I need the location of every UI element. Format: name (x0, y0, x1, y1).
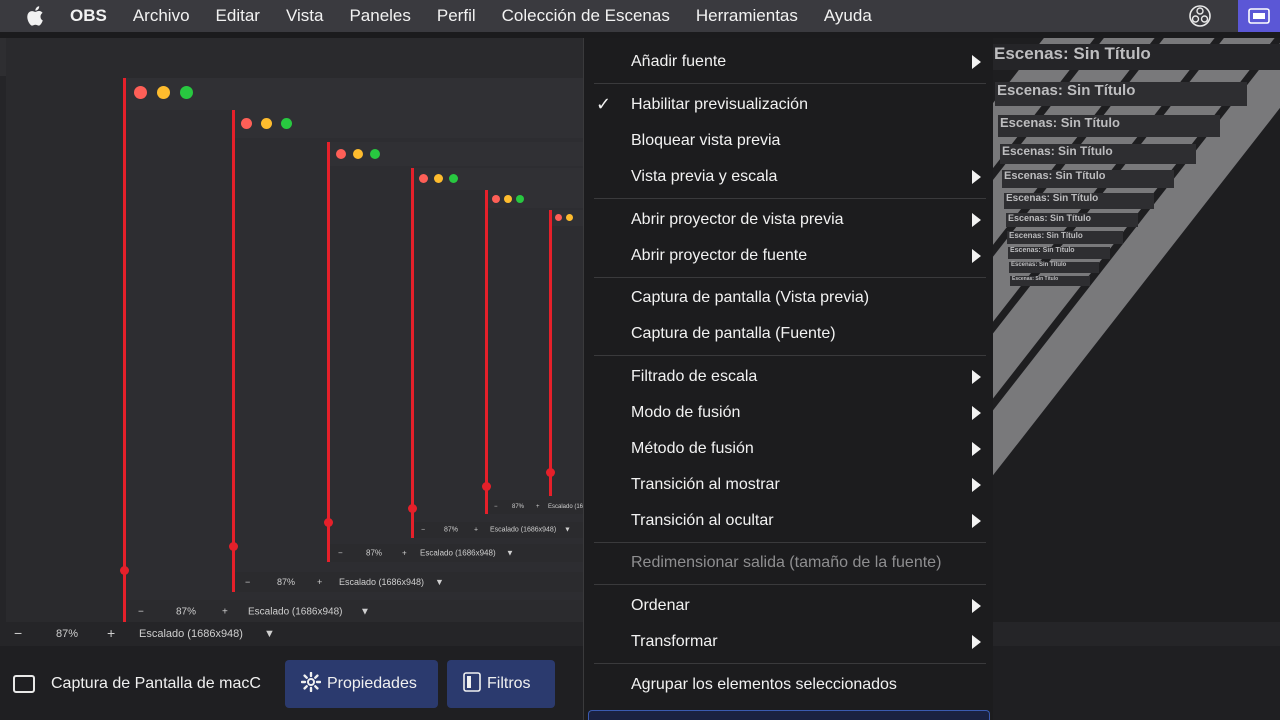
macos-menubar: OBS Archivo Editar Vista Paneles Perfil … (0, 0, 1280, 32)
filters-label: Filtros (487, 675, 531, 692)
submenu-arrow-icon (972, 635, 981, 649)
properties-label: Propiedades (327, 675, 417, 692)
submenu-arrow-icon (972, 213, 981, 227)
menu-hide-transition[interactable]: Transición al ocultar (631, 503, 774, 539)
properties-button[interactable]: Propiedades (285, 660, 438, 708)
selected-source-label: Captura de Pantalla de macC (51, 675, 261, 692)
zoom-in-button[interactable]: + (107, 625, 115, 641)
scenes-dock-recursion: Escenas: Sin Título Escenas: Sin Título … (992, 38, 1280, 622)
filters-button[interactable]: Filtros (447, 660, 555, 708)
menu-lock-preview[interactable]: Bloquear vista previa (631, 123, 780, 159)
menubar-status-area (1188, 0, 1280, 32)
menubar-editar[interactable]: Editar (216, 6, 260, 26)
menubar-archivo[interactable]: Archivo (133, 6, 190, 26)
menu-order[interactable]: Ordenar (631, 588, 690, 624)
menu-show-transition[interactable]: Transición al mostrar (631, 467, 780, 503)
menubar-herramientas[interactable]: Herramientas (696, 6, 798, 26)
filter-icon (463, 671, 481, 697)
menu-next-item-highlight[interactable] (588, 710, 990, 720)
menubar-perfil[interactable]: Perfil (437, 6, 476, 26)
checkmark-icon: ✓ (596, 94, 612, 114)
menu-resize-output: Redimensionar salida (tamaño de la fuent… (631, 554, 942, 571)
menu-screenshot-preview[interactable]: Captura de pantalla (Vista previa) (631, 280, 869, 316)
obs-status-icon[interactable] (1188, 4, 1212, 28)
screen-share-icon[interactable] (1238, 0, 1280, 32)
nested-minimize-dot (157, 86, 170, 99)
menubar-coleccion-escenas[interactable]: Colección de Escenas (502, 6, 670, 26)
nested-close-dot (134, 86, 147, 99)
menu-enable-preview[interactable]: Habilitar previsualización (631, 87, 808, 123)
zoom-out-button[interactable]: − (14, 625, 22, 641)
submenu-arrow-icon (972, 514, 981, 528)
menubar-vista[interactable]: Vista (286, 6, 324, 26)
menubar-paneles[interactable]: Paneles (349, 6, 410, 26)
submenu-arrow-icon (972, 442, 981, 456)
submenu-arrow-icon (972, 599, 981, 613)
nested-zoom-dot (180, 86, 193, 99)
submenu-arrow-icon (972, 55, 981, 69)
submenu-arrow-icon (972, 170, 981, 184)
menu-group-selected[interactable]: Agrupar los elementos seleccionados (631, 667, 897, 703)
menubar-ayuda[interactable]: Ayuda (824, 6, 872, 26)
scale-mode-select[interactable]: Escalado (1686x948) (139, 628, 243, 640)
submenu-arrow-icon (972, 478, 981, 492)
menu-preview-scale[interactable]: Vista previa y escala (631, 159, 777, 195)
menu-blend-method[interactable]: Método de fusión (631, 431, 754, 467)
menu-add-source[interactable]: Añadir fuente (631, 44, 726, 80)
menu-open-preview-projector[interactable]: Abrir proyector de vista previa (631, 202, 844, 238)
apple-icon[interactable] (26, 6, 44, 26)
menu-transform[interactable]: Transformar (631, 624, 718, 660)
submenu-arrow-icon (972, 370, 981, 384)
menubar-app-obs[interactable]: OBS (70, 6, 107, 26)
source-context-menu: Añadir fuente ✓ Habilitar previsualizaci… (583, 38, 993, 720)
scenes-dock-title: Escenas: Sin Título (992, 44, 1280, 70)
display-capture-icon (13, 675, 35, 693)
menu-screenshot-source[interactable]: Captura de pantalla (Fuente) (631, 316, 836, 352)
zoom-level: 87% (56, 628, 79, 640)
menu-open-source-projector[interactable]: Abrir proyector de fuente (631, 238, 807, 274)
menu-scale-filtering[interactable]: Filtrado de escala (631, 359, 757, 395)
menu-blend-mode[interactable]: Modo de fusión (631, 395, 740, 431)
chevron-down-icon[interactable]: ▼ (264, 628, 275, 640)
nested-preview-bar: − 87% + Escalado (1686x948) ▼ (126, 600, 593, 622)
submenu-arrow-icon (972, 406, 981, 420)
submenu-arrow-icon (972, 249, 981, 263)
gear-icon (300, 671, 322, 697)
